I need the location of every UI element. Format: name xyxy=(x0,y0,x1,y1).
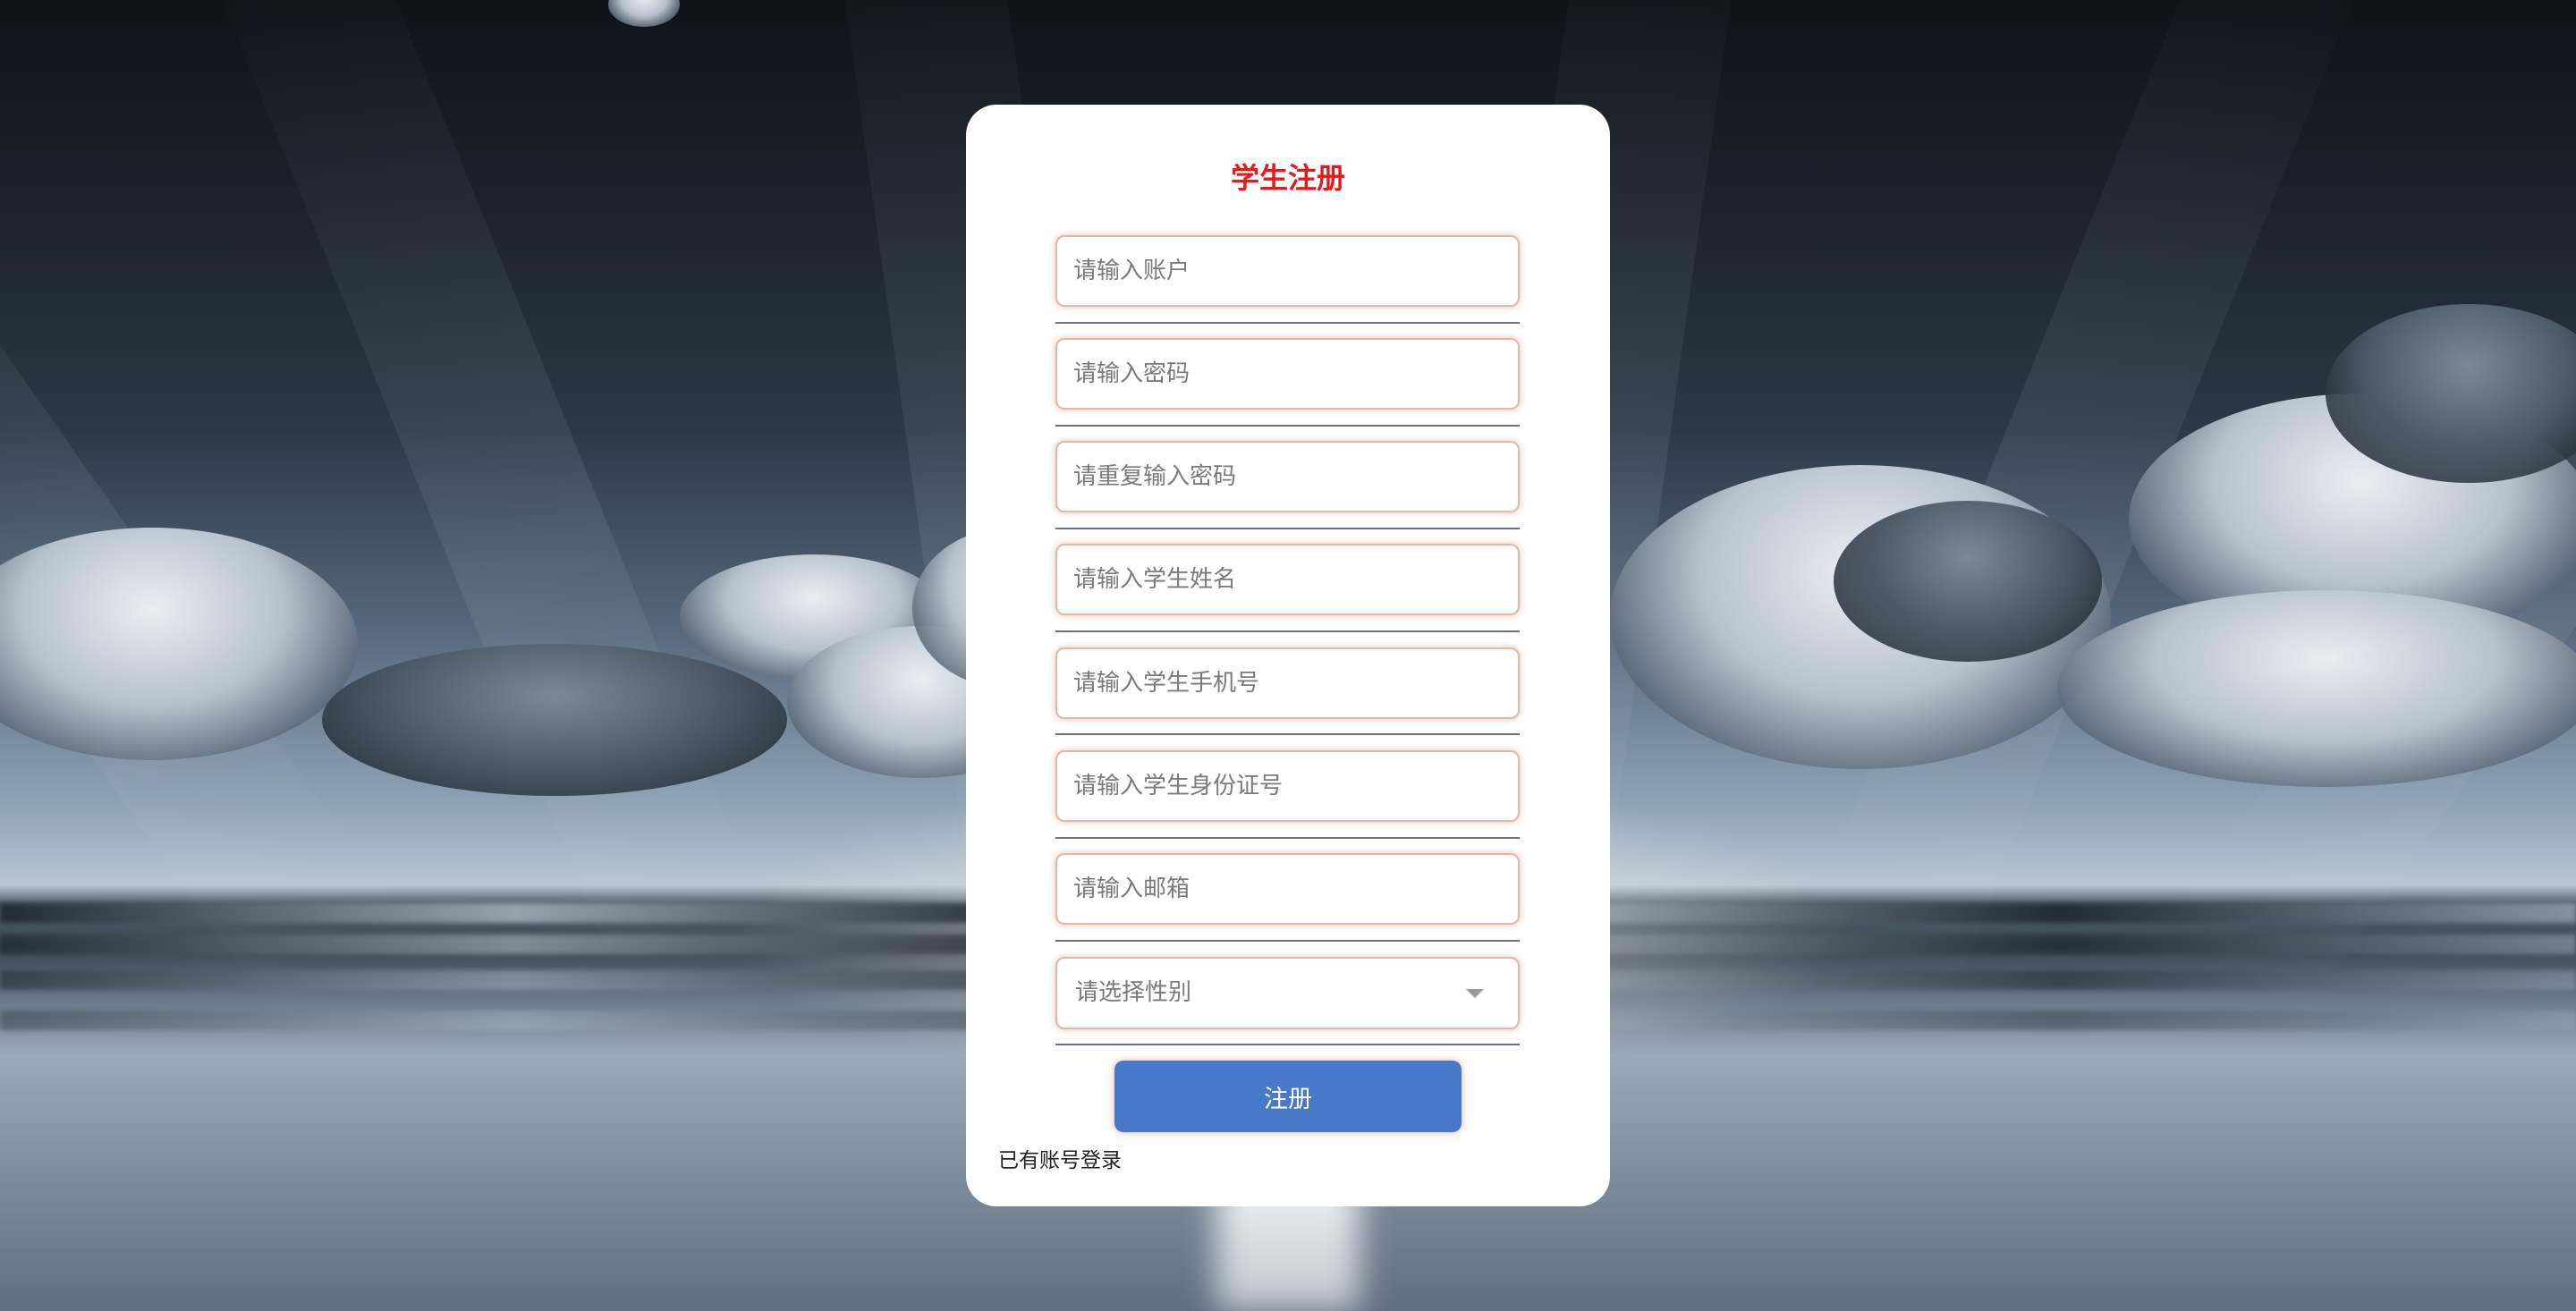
student-name-input[interactable] xyxy=(1055,544,1520,615)
page-title: 学生注册 xyxy=(1230,161,1345,195)
confirm-password-input[interactable] xyxy=(1055,441,1520,512)
gender-select-placeholder: 请选择性别 xyxy=(1075,979,1192,1006)
login-link[interactable]: 已有账号登录 xyxy=(998,1145,1122,1177)
register-button[interactable]: 注册 xyxy=(1114,1061,1462,1132)
chevron-down-icon xyxy=(1466,989,1484,998)
divider xyxy=(1055,528,1520,529)
divider xyxy=(1055,630,1520,632)
divider xyxy=(1055,733,1520,735)
id-number-input[interactable] xyxy=(1055,750,1520,822)
divider xyxy=(1055,425,1520,427)
password-input[interactable] xyxy=(1055,338,1520,410)
email-input[interactable] xyxy=(1055,853,1520,925)
gender-select[interactable]: 请选择性别 xyxy=(1055,957,1520,1029)
divider xyxy=(1055,837,1520,839)
divider xyxy=(1055,1044,1520,1045)
phone-input[interactable] xyxy=(1055,647,1520,719)
divider xyxy=(1055,940,1520,942)
divider xyxy=(1055,322,1520,324)
account-input[interactable] xyxy=(1055,235,1520,307)
